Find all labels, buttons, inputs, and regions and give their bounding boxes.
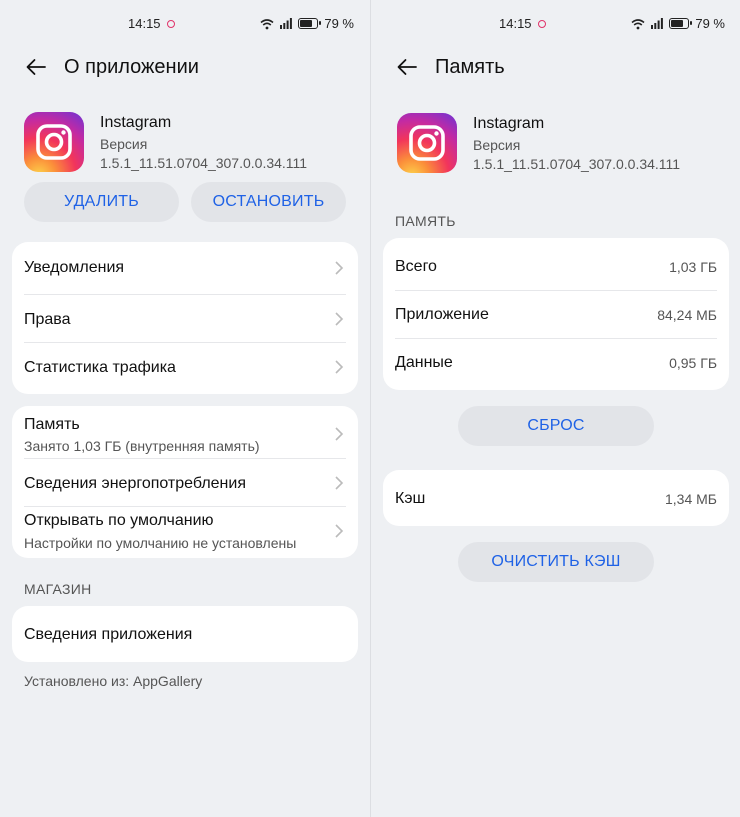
total-value: 1,03 ГБ bbox=[669, 259, 717, 275]
total-row: Всего 1,03 ГБ bbox=[395, 238, 717, 290]
app-info-screen: 14:15 79 % О приложении Instagram Версия… bbox=[0, 0, 370, 817]
chevron-right-icon bbox=[335, 261, 344, 275]
app-version: 1.5.1_11.51.0704_307.0.0.34.111 bbox=[100, 155, 308, 171]
wifi-icon bbox=[260, 18, 274, 29]
chevron-right-icon bbox=[335, 476, 344, 490]
app-size-value: 84,24 МБ bbox=[657, 307, 717, 323]
app-version-label: Версия bbox=[473, 137, 521, 153]
memory-card: Всего 1,03 ГБ Приложение 84,24 МБ Данные… bbox=[383, 238, 729, 390]
uninstall-button[interactable]: УДАЛИТЬ bbox=[24, 182, 179, 222]
data-size-value: 0,95 ГБ bbox=[669, 355, 717, 371]
app-header: Instagram Версия 1.5.1_11.51.0704_307.0.… bbox=[24, 112, 354, 176]
app-details-row[interactable]: Сведения приложения bbox=[24, 606, 346, 662]
wifi-icon bbox=[631, 18, 645, 29]
app-details-label: Сведения приложения bbox=[24, 626, 193, 643]
cache-card: Кэш 1,34 МБ bbox=[383, 470, 729, 526]
status-bar: 14:15 79 % bbox=[371, 16, 740, 34]
app-version: 1.5.1_11.51.0704_307.0.0.34.111 bbox=[473, 156, 681, 172]
instagram-app-icon bbox=[24, 112, 84, 172]
top-bar: О приложении bbox=[24, 52, 199, 82]
traffic-stats-row[interactable]: Статистика трафика bbox=[24, 342, 346, 394]
storage-subtitle: Занято 1,03 ГБ (внутренняя память) bbox=[24, 438, 260, 454]
store-section-title: МАГАЗИН bbox=[24, 581, 92, 597]
storage-label: Память bbox=[24, 416, 80, 433]
status-time: 14:15 bbox=[128, 16, 161, 31]
cache-label: Кэш bbox=[395, 490, 426, 507]
data-size-label: Данные bbox=[395, 354, 453, 371]
signal-icon bbox=[651, 18, 664, 29]
cache-row: Кэш 1,34 МБ bbox=[395, 470, 717, 526]
reset-button[interactable]: СБРОС bbox=[458, 406, 654, 446]
app-size-row: Приложение 84,24 МБ bbox=[395, 290, 717, 338]
page-title: Память bbox=[435, 55, 505, 78]
notification-dot-icon bbox=[538, 20, 546, 28]
status-time: 14:15 bbox=[499, 16, 532, 31]
app-header: Instagram Версия 1.5.1_11.51.0704_307.0.… bbox=[397, 113, 727, 177]
storage-row[interactable]: Память Занято 1,03 ГБ (внутренняя память… bbox=[24, 406, 346, 458]
permissions-label: Права bbox=[24, 311, 71, 328]
app-name: Instagram bbox=[100, 114, 172, 131]
battery-percent: 79 % bbox=[695, 16, 725, 31]
page-title: О приложении bbox=[64, 55, 199, 78]
app-name: Instagram bbox=[473, 115, 545, 132]
notifications-row[interactable]: Уведомления bbox=[24, 242, 346, 294]
installed-from-text: Установлено из: AppGallery bbox=[24, 673, 203, 689]
chevron-right-icon bbox=[335, 427, 344, 441]
energy-label: Сведения энергопотребления bbox=[24, 475, 246, 492]
app-size-label: Приложение bbox=[395, 306, 489, 323]
notifications-label: Уведомления bbox=[24, 259, 125, 276]
open-by-default-subtitle: Настройки по умолчанию не установлены bbox=[24, 535, 297, 551]
store-card: Сведения приложения bbox=[12, 606, 358, 662]
clear-cache-button[interactable]: ОЧИСТИТЬ КЭШ bbox=[458, 542, 654, 582]
top-bar: Память bbox=[395, 52, 505, 82]
chevron-right-icon bbox=[335, 312, 344, 326]
app-version-label: Версия bbox=[100, 136, 148, 152]
storage-screen: 14:15 79 % Память Instagram Версия 1.5.1… bbox=[370, 0, 740, 817]
traffic-stats-label: Статистика трафика bbox=[24, 359, 176, 376]
stop-button[interactable]: ОСТАНОВИТЬ bbox=[191, 182, 346, 222]
storage-energy-card: Память Занято 1,03 ГБ (внутренняя память… bbox=[12, 406, 358, 558]
memory-section-title: ПАМЯТЬ bbox=[395, 213, 456, 229]
status-bar: 14:15 79 % bbox=[0, 16, 370, 34]
open-by-default-label: Открывать по умолчанию bbox=[24, 512, 214, 529]
permissions-row[interactable]: Права bbox=[24, 294, 346, 342]
signal-icon bbox=[280, 18, 293, 29]
cache-value: 1,34 МБ bbox=[665, 491, 717, 507]
battery-icon bbox=[669, 18, 693, 29]
chevron-right-icon bbox=[335, 524, 344, 538]
back-arrow-icon[interactable] bbox=[24, 55, 48, 79]
app-settings-card: Уведомления Права Статистика трафика bbox=[12, 242, 358, 394]
back-arrow-icon[interactable] bbox=[395, 55, 419, 79]
energy-row[interactable]: Сведения энергопотребления bbox=[24, 458, 346, 506]
chevron-right-icon bbox=[335, 360, 344, 374]
battery-icon bbox=[298, 18, 322, 29]
total-label: Всего bbox=[395, 258, 437, 275]
notification-dot-icon bbox=[167, 20, 175, 28]
data-size-row: Данные 0,95 ГБ bbox=[395, 338, 717, 390]
open-by-default-row[interactable]: Открывать по умолчанию Настройки по умол… bbox=[24, 506, 346, 558]
battery-percent: 79 % bbox=[324, 16, 354, 31]
instagram-app-icon bbox=[397, 113, 457, 173]
